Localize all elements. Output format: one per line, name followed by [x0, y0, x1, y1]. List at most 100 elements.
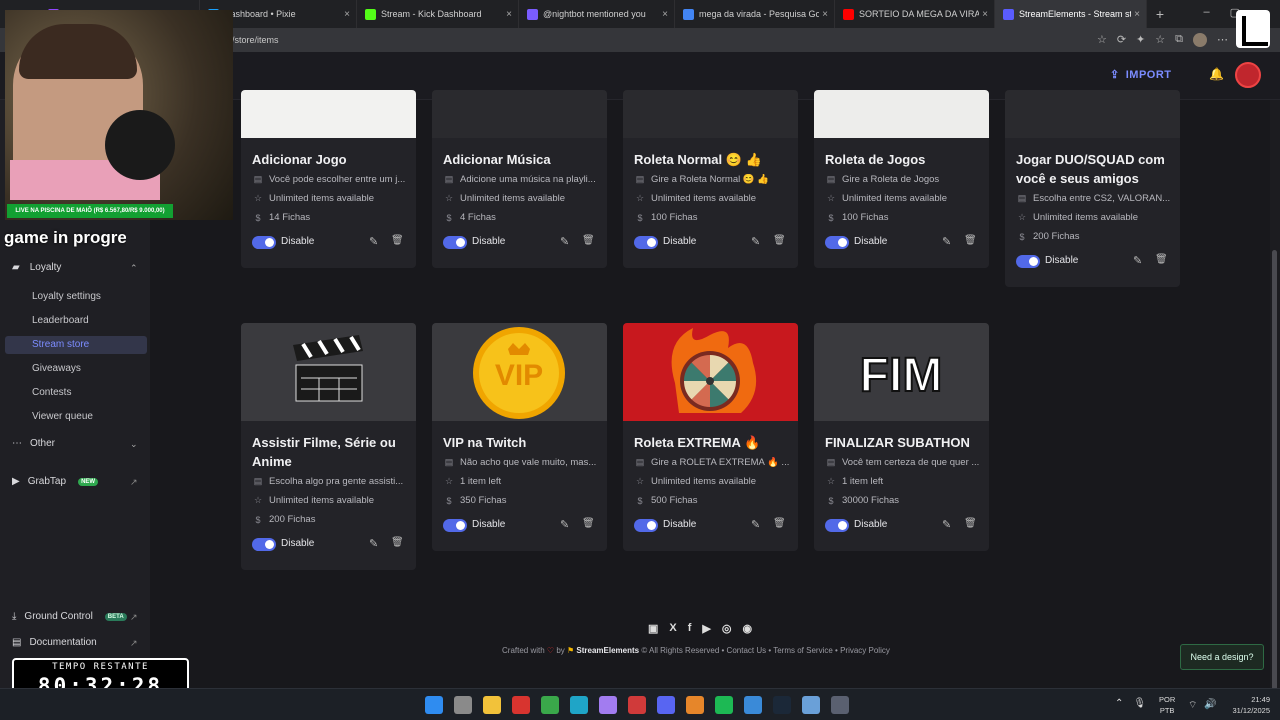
sidebar-item-stream-store[interactable]: Stream store	[5, 336, 147, 354]
store-item-card[interactable]: Assistir Filme, Série ou Anime ▤ Escolha a…	[241, 323, 416, 570]
youtube-icon[interactable]: ▶	[702, 622, 710, 635]
pencil-icon[interactable]: ✎	[560, 235, 569, 248]
close-tab-icon[interactable]: ×	[1134, 9, 1140, 20]
system-clock[interactable]: 21:49 31/12/2025	[1222, 694, 1270, 716]
browser-tab[interactable]: Stream - Kick Dashboard ×	[357, 0, 519, 28]
chevron-down-icon[interactable]: ⌄	[130, 439, 138, 450]
store-item-card[interactable]: Roleta de Jogos ▤ Gire a Roleta de Jogos ☆ U…	[814, 90, 989, 268]
import-button[interactable]: ⇪ IMPORT	[1110, 68, 1172, 82]
enable-toggle[interactable]	[252, 236, 276, 249]
edge-browser-icon[interactable]	[570, 696, 588, 714]
trash-icon[interactable]: 🗑	[964, 235, 977, 246]
sidebar-group-other[interactable]: ⋯ Other	[12, 438, 55, 449]
calculator-icon[interactable]	[831, 696, 849, 714]
store-item-card[interactable]: Roleta Normal 😊 👍 ▤ Gire a Roleta Normal 😊…	[623, 90, 798, 268]
pencil-icon[interactable]: ✎	[942, 235, 951, 248]
app-orange-icon[interactable]	[686, 696, 704, 714]
close-tab-icon[interactable]: ×	[982, 9, 988, 20]
steam-icon[interactable]	[773, 696, 791, 714]
sidebar-item-viewer-queue[interactable]: Viewer queue	[32, 411, 93, 422]
enable-toggle[interactable]	[443, 236, 467, 249]
store-item-card[interactable]: FIM FINALIZAR SUBATHON ▤ Você tem certeza d…	[814, 323, 989, 551]
terms-link[interactable]: Terms of Service	[773, 646, 833, 655]
discord-icon[interactable]: ◉	[743, 622, 753, 635]
instagram-icon[interactable]: ◎	[722, 622, 732, 635]
trash-icon[interactable]: 🗑	[391, 537, 404, 548]
privacy-link[interactable]: Privacy Policy	[840, 646, 890, 655]
trash-icon[interactable]: 🗑	[773, 518, 786, 529]
browser-tab[interactable]: mega da virada - Pesquisa Google×	[675, 0, 835, 28]
notepad-icon[interactable]	[802, 696, 820, 714]
pencil-icon[interactable]: ✎	[751, 235, 760, 248]
pencil-icon[interactable]: ✎	[369, 235, 378, 248]
browser-tab[interactable]: StreamElements - Stream store×	[995, 0, 1147, 28]
close-tab-icon[interactable]: ×	[506, 9, 512, 20]
windows-start-icon[interactable]	[425, 696, 443, 714]
enable-toggle[interactable]	[825, 519, 849, 532]
sidebar-item-loyalty-settings[interactable]: Loyalty settings	[32, 291, 101, 302]
browser-tab[interactable]: @nightbot mentioned you ×	[519, 0, 675, 28]
external-link-icon[interactable]: ↗	[130, 612, 138, 623]
discord-icon[interactable]	[657, 696, 675, 714]
enable-toggle[interactable]	[1016, 255, 1040, 268]
close-tab-icon[interactable]: ×	[344, 9, 350, 20]
pencil-icon[interactable]: ✎	[369, 537, 378, 550]
profile-avatar[interactable]	[1193, 33, 1207, 47]
facebook-icon[interactable]: f	[688, 622, 692, 635]
pencil-icon[interactable]: ✎	[560, 518, 569, 531]
pencil-icon[interactable]: ✎	[751, 518, 760, 531]
contact-link[interactable]: Contact Us	[727, 646, 767, 655]
chevron-up-icon[interactable]: ⌃	[1115, 698, 1123, 709]
user-avatar[interactable]	[1235, 62, 1261, 88]
refresh-icon[interactable]: ⟳	[1117, 33, 1126, 47]
enable-toggle[interactable]	[252, 538, 276, 551]
enable-toggle[interactable]	[634, 519, 658, 532]
sidebar-item-grabtap[interactable]: ▶ GrabTap NEW	[12, 476, 99, 487]
network-icon[interactable]: ⌔	[1188, 699, 1197, 712]
scrollbar[interactable]	[1270, 100, 1280, 690]
close-tab-icon[interactable]: ×	[822, 9, 828, 20]
close-tab-icon[interactable]: ×	[662, 9, 668, 20]
sidebar-item-giveaways[interactable]: Giveaways	[32, 363, 81, 374]
extensions-icon[interactable]: ✦	[1136, 33, 1145, 47]
store-item-card[interactable]: Adicionar Música ▤ Adicione uma música na …	[432, 90, 607, 268]
trash-icon[interactable]: 🗑	[391, 235, 404, 246]
enable-toggle[interactable]	[825, 236, 849, 249]
store-item-card[interactable]: Jogar DUO/SQUAD com você e seus amigos ▤ E…	[1005, 90, 1180, 287]
pencil-icon[interactable]: ✎	[1133, 254, 1142, 267]
app-green-icon[interactable]	[541, 696, 559, 714]
volume-icon[interactable]: 🔊	[1204, 699, 1216, 710]
new-tab-button[interactable]: +	[1147, 6, 1173, 22]
app-purple-icon[interactable]	[599, 696, 617, 714]
sidebar-item-contests[interactable]: Contests	[32, 387, 71, 398]
language-indicator[interactable]: POR PTB	[1159, 694, 1175, 716]
app-red-icon[interactable]	[512, 696, 530, 714]
sidebar-group-loyalty[interactable]: ▰ Loyalty	[12, 262, 61, 273]
store-item-card[interactable]: Adicionar Jogo ▤ Você pode escolher entre …	[241, 90, 416, 268]
chevron-up-icon[interactable]: ⌃	[130, 263, 138, 274]
sidebar-item-ground-control[interactable]: ⤓ Ground Control BETA	[12, 611, 127, 622]
spotify-icon[interactable]	[715, 696, 733, 714]
twitch-icon[interactable]: ▣	[648, 622, 658, 635]
store-item-card[interactable]: Roleta EXTREMA 🔥 ▤ Gire a ROLETA EXTREMA 🔥…	[623, 323, 798, 551]
x-icon[interactable]: X	[669, 622, 676, 635]
settings-icon[interactable]	[454, 696, 472, 714]
photos-icon[interactable]	[744, 696, 762, 714]
trash-icon[interactable]: 🗑	[582, 518, 595, 529]
collections-icon[interactable]: ⧉	[1175, 33, 1183, 47]
trash-icon[interactable]: 🗑	[1155, 254, 1168, 265]
enable-toggle[interactable]	[443, 519, 467, 532]
file-explorer-icon[interactable]	[483, 696, 501, 714]
trash-icon[interactable]: 🗑	[582, 235, 595, 246]
bell-icon[interactable]: 🔔	[1209, 67, 1224, 81]
external-link-icon[interactable]: ↗	[130, 638, 138, 649]
trash-icon[interactable]: 🗑	[964, 518, 977, 529]
stream-app-icon[interactable]	[628, 696, 646, 714]
minimize-icon[interactable]: –	[1203, 6, 1209, 19]
pencil-icon[interactable]: ✎	[942, 518, 951, 531]
favorites-icon[interactable]: ☆	[1155, 33, 1165, 47]
microphone-icon[interactable]: 🎙	[1133, 698, 1146, 709]
menu-icon[interactable]: ⋯	[1217, 33, 1228, 47]
sidebar-item-leaderboard[interactable]: Leaderboard	[32, 315, 89, 326]
need-design-button[interactable]: Need a design?	[1180, 644, 1264, 670]
